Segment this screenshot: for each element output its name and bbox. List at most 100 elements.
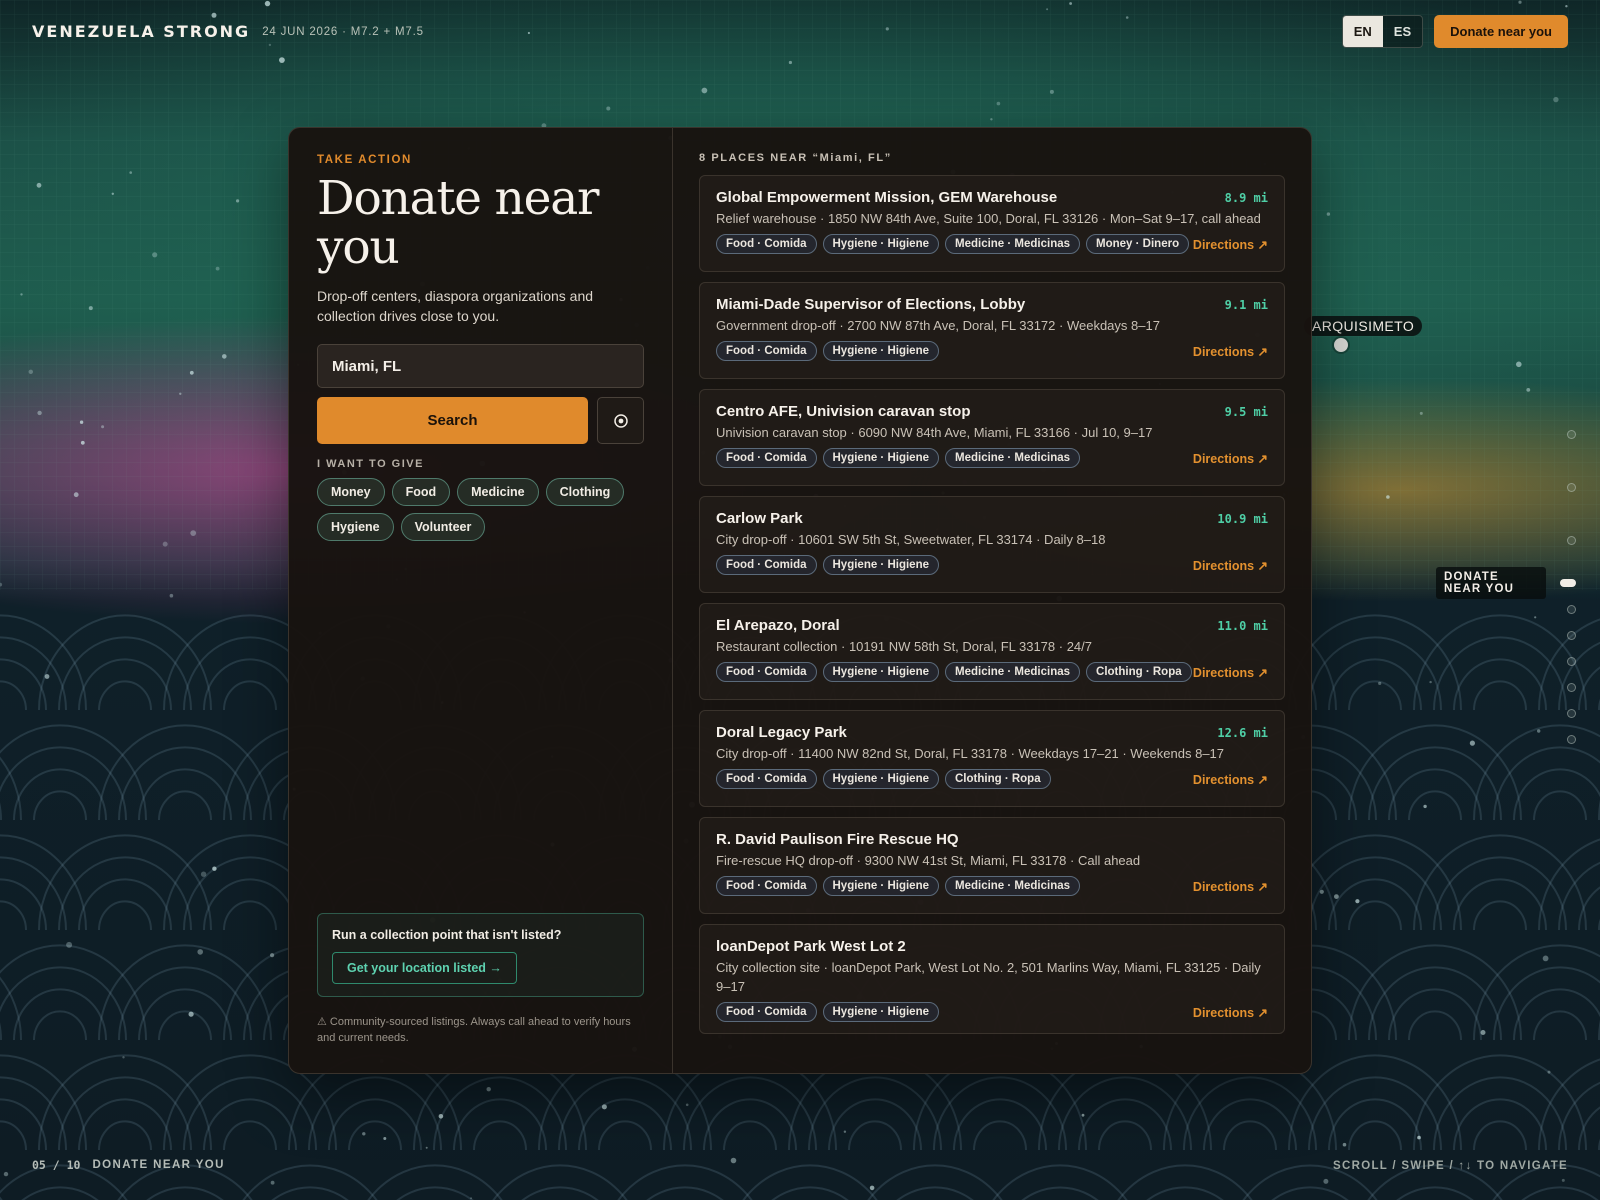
accepts-tag: Food · Comida bbox=[716, 769, 817, 789]
accepts-tags: Food · Comida Hygiene · Higiene bbox=[716, 341, 939, 361]
location-search-input[interactable] bbox=[317, 344, 644, 388]
give-chip-clothing[interactable]: Clothing bbox=[545, 478, 625, 506]
accepts-tag: Hygiene · Higiene bbox=[822, 234, 939, 254]
section-nav-dot[interactable] bbox=[1567, 430, 1576, 439]
listings-disclaimer: ⚠ Community-sourced listings. Always cal… bbox=[317, 1016, 631, 1044]
result-name: Carlow Park bbox=[716, 510, 803, 527]
result-card-footer: Food · Comida Hygiene · Higiene Medicine ·… bbox=[716, 234, 1268, 254]
get-listed-button[interactable]: Get your location listed → bbox=[332, 952, 517, 984]
accepts-tag: Money · Dinero bbox=[1086, 234, 1190, 254]
accepts-tag: Hygiene · Higiene bbox=[822, 1002, 939, 1022]
accepts-tags: Food · Comida Hygiene · Higiene Medicine ·… bbox=[716, 662, 1192, 682]
directions-link[interactable]: Directions ↗ bbox=[1193, 1005, 1268, 1020]
give-chip-money[interactable]: Money bbox=[317, 478, 385, 506]
result-card[interactable]: Miami-Dade Supervisor of Elections, Lobb… bbox=[699, 282, 1285, 379]
lang-en-button[interactable]: EN bbox=[1342, 15, 1383, 47]
result-card-footer: Food · Comida Hygiene · Higiene Directions… bbox=[716, 555, 1268, 575]
donate-panel: TAKE ACTION Donate near you Drop-off cen… bbox=[288, 127, 1312, 1074]
accepts-tag: Clothing · Ropa bbox=[945, 769, 1051, 789]
result-name: loanDepot Park West Lot 2 bbox=[716, 938, 906, 955]
accepts-tag: Food · Comida bbox=[716, 341, 817, 361]
give-chip-volunteer[interactable]: Volunteer bbox=[400, 513, 486, 541]
result-card[interactable]: loanDepot Park West Lot 2 City collection… bbox=[699, 924, 1285, 1034]
use-my-location-button[interactable] bbox=[597, 397, 644, 444]
accepts-tag: Hygiene · Higiene bbox=[822, 876, 939, 896]
page-title: Donate near you bbox=[317, 171, 599, 275]
directions-link[interactable]: Directions ↗ bbox=[1193, 879, 1268, 894]
result-card-footer: Food · Comida Hygiene · Higiene Directions… bbox=[716, 341, 1268, 361]
result-card-header: El Arepazo, Doral 11.0 mi bbox=[716, 617, 1268, 634]
result-name: Miami-Dade Supervisor of Elections, Lobb… bbox=[716, 296, 1026, 313]
give-chip-food[interactable]: Food bbox=[391, 478, 451, 506]
get-listed-callout: Run a collection point that isn't listed… bbox=[317, 913, 644, 997]
directions-link[interactable]: Directions ↗ bbox=[1193, 344, 1268, 359]
accepts-tag: Hygiene · Higiene bbox=[822, 448, 939, 468]
map-city-marker[interactable] bbox=[1334, 338, 1348, 352]
result-card[interactable]: Carlow Park 10.9 mi City drop-off · 10601 … bbox=[699, 496, 1285, 593]
accepts-tag: Clothing · Ropa bbox=[1086, 662, 1192, 682]
accepts-tag: Food · Comida bbox=[716, 448, 817, 468]
result-name: R. David Paulison Fire Rescue HQ bbox=[716, 831, 959, 848]
result-distance: 9.1 mi bbox=[1224, 298, 1268, 312]
accepts-tag: Medicine · Medicinas bbox=[945, 234, 1081, 254]
accepts-tag: Hygiene · Higiene bbox=[822, 341, 939, 361]
directions-link[interactable]: Directions ↗ bbox=[1193, 237, 1268, 252]
accepts-tag: Food · Comida bbox=[716, 1002, 817, 1022]
section-nav-dot[interactable] bbox=[1567, 709, 1576, 718]
section-nav-dot[interactable] bbox=[1567, 657, 1576, 666]
accepts-tag: Food · Comida bbox=[716, 876, 817, 896]
section-nav-current-label: DONATE NEAR YOU bbox=[1436, 567, 1547, 599]
search-button[interactable]: Search bbox=[317, 397, 588, 444]
result-card[interactable]: R. David Paulison Fire Rescue HQ Fire-res… bbox=[699, 817, 1285, 914]
result-card-footer: Food · Comida Hygiene · Higiene Directions… bbox=[716, 1002, 1268, 1022]
lang-es-button[interactable]: ES bbox=[1383, 16, 1422, 47]
directions-link[interactable]: Directions ↗ bbox=[1193, 451, 1268, 466]
accepts-tag: Medicine · Medicinas bbox=[945, 448, 1081, 468]
directions-link[interactable]: Directions ↗ bbox=[1193, 772, 1268, 787]
page-subtitle: Drop-off centers, diaspora organizations… bbox=[317, 288, 594, 324]
section-nav-current[interactable]: DONATE NEAR YOU bbox=[1436, 567, 1576, 599]
results-column: 8 PLACES NEAR “Miami, FL” Global Empower… bbox=[673, 128, 1311, 1073]
results-count-header: 8 PLACES NEAR “Miami, FL” bbox=[699, 152, 892, 164]
result-details: Univision caravan stop · 6090 NW 84th Av… bbox=[716, 425, 1153, 440]
result-card-footer: Food · Comida Hygiene · Higiene Medicine ·… bbox=[716, 662, 1268, 682]
accepts-tags: Food · Comida Hygiene · Higiene bbox=[716, 1002, 939, 1022]
section-nav-dot[interactable] bbox=[1567, 605, 1576, 614]
result-card-header: Centro AFE, Univision caravan stop 9.5 mi bbox=[716, 403, 1268, 420]
accepts-tag: Hygiene · Higiene bbox=[822, 769, 939, 789]
section-eyebrow: TAKE ACTION bbox=[317, 154, 412, 166]
section-nav-current-indicator bbox=[1560, 579, 1576, 587]
accepts-tag: Medicine · Medicinas bbox=[945, 876, 1081, 896]
result-card[interactable]: Doral Legacy Park 12.6 mi City drop-off · … bbox=[699, 710, 1285, 807]
accepts-tags: Food · Comida Hygiene · Higiene Clothing ·… bbox=[716, 769, 1051, 789]
result-card[interactable]: El Arepazo, Doral 11.0 mi Restaurant colle… bbox=[699, 603, 1285, 700]
brand-logo[interactable]: VENEZUELA STRONG bbox=[32, 22, 250, 41]
result-card[interactable]: Centro AFE, Univision caravan stop 9.5 mi… bbox=[699, 389, 1285, 486]
result-card[interactable]: Global Empowerment Mission, GEM Warehous… bbox=[699, 175, 1285, 272]
top-bar: VENEZUELA STRONG 24 JUN 2026 · M7.2 + M7… bbox=[0, 0, 1600, 62]
result-details: Relief warehouse · 1850 NW 84th Ave, Sui… bbox=[716, 211, 1261, 226]
locate-icon bbox=[613, 413, 628, 428]
give-chip-medicine[interactable]: Medicine bbox=[457, 478, 539, 506]
section-nav-dot[interactable] bbox=[1567, 683, 1576, 692]
directions-link[interactable]: Directions ↗ bbox=[1193, 665, 1268, 680]
section-nav-dot[interactable] bbox=[1567, 536, 1576, 545]
result-distance: 9.5 mi bbox=[1224, 405, 1268, 419]
section-nav-dot[interactable] bbox=[1567, 735, 1576, 744]
accepts-tags: Food · Comida Hygiene · Higiene Medicine ·… bbox=[716, 234, 1190, 254]
accepts-tag: Food · Comida bbox=[716, 662, 817, 682]
accepts-tag: Medicine · Medicinas bbox=[945, 662, 1081, 682]
header-donate-button[interactable]: Donate near you bbox=[1434, 14, 1568, 48]
result-distance: 8.9 mi bbox=[1224, 191, 1268, 205]
give-chip-hygiene[interactable]: Hygiene bbox=[317, 513, 394, 541]
language-toggle: EN ES bbox=[1341, 14, 1424, 48]
result-distance: 10.9 mi bbox=[1217, 512, 1268, 526]
footer-progress: 05 / 10 DONATE NEAR YOU bbox=[32, 1158, 225, 1172]
result-details: Restaurant collection · 10191 NW 58th St… bbox=[716, 639, 1092, 654]
section-nav-dot[interactable] bbox=[1567, 483, 1576, 492]
top-actions: EN ES Donate near you bbox=[1341, 14, 1568, 48]
section-nav-dot[interactable] bbox=[1567, 631, 1576, 640]
result-card-footer: Food · Comida Hygiene · Higiene Medicine ·… bbox=[716, 448, 1268, 468]
directions-link[interactable]: Directions ↗ bbox=[1193, 558, 1268, 573]
result-card-header: loanDepot Park West Lot 2 bbox=[716, 938, 1268, 955]
